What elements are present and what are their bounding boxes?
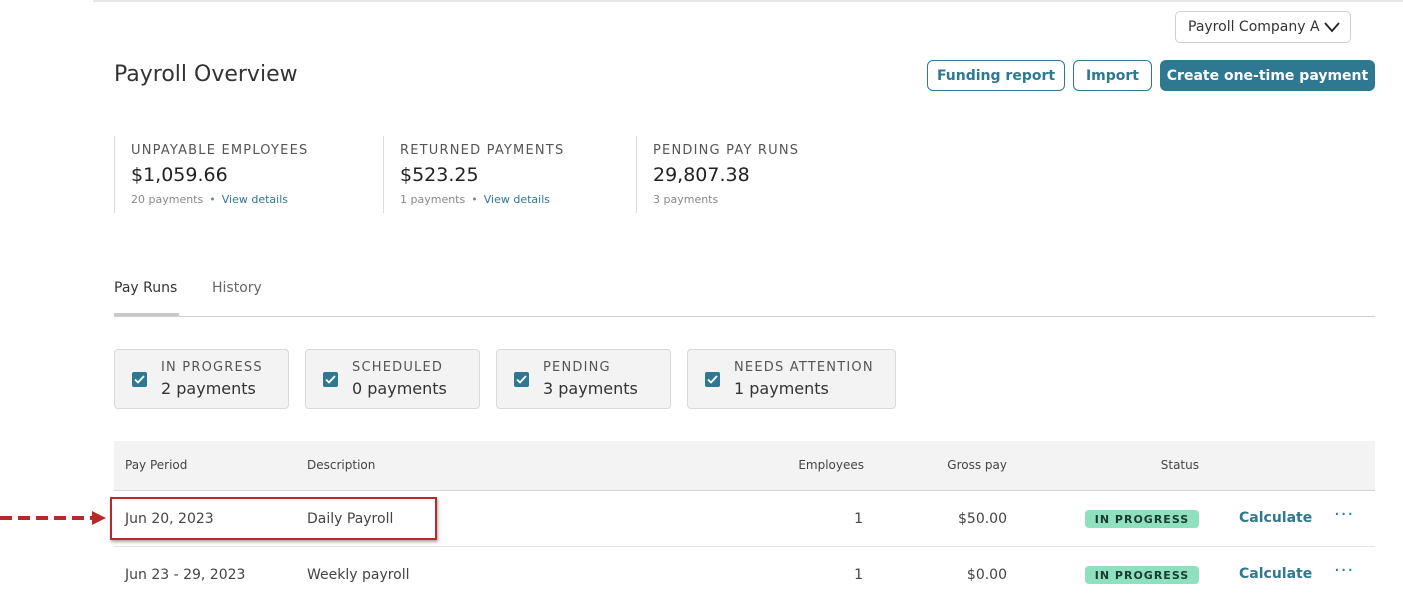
view-details-link[interactable]: View details: [484, 193, 550, 206]
status-badge: IN PROGRESS: [1085, 510, 1199, 528]
separator-dot: •: [209, 193, 216, 206]
tab-bar: Pay Runs History: [114, 278, 1375, 317]
stat-value: $523.25: [400, 164, 479, 186]
stat-label: PENDING PAY RUNS: [653, 143, 800, 158]
create-one-time-payment-button[interactable]: Create one-time payment: [1160, 60, 1375, 91]
stat-value: $1,059.66: [131, 164, 228, 186]
calculate-link[interactable]: Calculate: [1239, 566, 1312, 582]
table-row[interactable]: Jun 23 - 29, 2023 Weekly payroll 1 $0.00…: [114, 547, 1375, 598]
stat-count: 3 payments: [653, 193, 719, 206]
calculate-link[interactable]: Calculate: [1239, 510, 1312, 526]
stat-count: 1 payments: [400, 193, 466, 206]
view-details-link[interactable]: View details: [222, 193, 288, 206]
filter-in-progress[interactable]: IN PROGRESS 2 payments: [114, 349, 289, 409]
tab-history[interactable]: History: [212, 280, 262, 296]
filter-label: IN PROGRESS: [161, 360, 263, 375]
company-select[interactable]: Payroll Company A: [1175, 11, 1351, 43]
checkbox-checked-icon[interactable]: [323, 372, 338, 387]
column-header-gross-pay[interactable]: Gross pay: [947, 458, 1007, 472]
more-options-icon[interactable]: ···: [1334, 504, 1354, 525]
filter-value: 3 payments: [543, 379, 638, 398]
cell-gross-pay: $0.00: [966, 567, 1007, 583]
funding-report-button[interactable]: Funding report: [927, 60, 1065, 91]
stat-count: 20 payments: [131, 193, 204, 206]
checkbox-checked-icon[interactable]: [705, 372, 720, 387]
stat-unpayable-employees: UNPAYABLE EMPLOYEES $1,059.66 20 payment…: [114, 136, 383, 213]
filter-pending[interactable]: PENDING 3 payments: [496, 349, 671, 409]
cell-pay-period: Jun 23 - 29, 2023: [125, 567, 246, 583]
cell-description: Weekly payroll: [307, 567, 410, 583]
column-header-status[interactable]: Status: [1161, 458, 1199, 472]
top-divider: [93, 0, 1403, 2]
stat-label: RETURNED PAYMENTS: [400, 143, 565, 158]
page-title: Payroll Overview: [114, 62, 298, 87]
annotation-arrow-icon: [0, 511, 106, 525]
more-options-icon[interactable]: ···: [1334, 560, 1354, 581]
active-tab-indicator: [114, 313, 179, 316]
cell-employees: 1: [854, 511, 863, 527]
filter-label: PENDING: [543, 360, 611, 375]
chevron-down-icon: [1324, 22, 1340, 33]
tab-pay-runs[interactable]: Pay Runs: [114, 280, 177, 296]
import-button[interactable]: Import: [1073, 60, 1152, 91]
filter-value: 2 payments: [161, 379, 256, 398]
stat-pending-pay-runs: PENDING PAY RUNS 29,807.38 3 payments: [636, 136, 856, 213]
column-header-description[interactable]: Description: [307, 458, 375, 472]
filter-value: 1 payments: [734, 379, 829, 398]
stat-sub: 20 payments • View details: [131, 193, 383, 206]
status-badge: IN PROGRESS: [1085, 566, 1199, 584]
stat-sub: 3 payments: [653, 193, 856, 206]
column-header-pay-period[interactable]: Pay Period: [125, 458, 187, 472]
checkbox-checked-icon[interactable]: [514, 372, 529, 387]
checkbox-checked-icon[interactable]: [132, 372, 147, 387]
stat-returned-payments: RETURNED PAYMENTS $523.25 1 payments • Vie…: [383, 136, 636, 213]
stat-value: 29,807.38: [653, 164, 750, 186]
filter-label: NEEDS ATTENTION: [734, 360, 874, 375]
annotation-highlight-box: [110, 497, 437, 540]
stat-sub: 1 payments • View details: [400, 193, 636, 206]
cell-gross-pay: $50.00: [958, 511, 1007, 527]
filter-value: 0 payments: [352, 379, 447, 398]
filter-needs-attention[interactable]: NEEDS ATTENTION 1 payments: [687, 349, 896, 409]
company-select-value: Payroll Company A: [1188, 19, 1320, 35]
stat-label: UNPAYABLE EMPLOYEES: [131, 143, 309, 158]
column-header-employees[interactable]: Employees: [798, 458, 864, 472]
filter-scheduled[interactable]: SCHEDULED 0 payments: [305, 349, 480, 409]
cell-employees: 1: [854, 567, 863, 583]
separator-dot: •: [471, 193, 478, 206]
filter-label: SCHEDULED: [352, 360, 444, 375]
table-header: Pay Period Description Employees Gross p…: [114, 441, 1375, 491]
